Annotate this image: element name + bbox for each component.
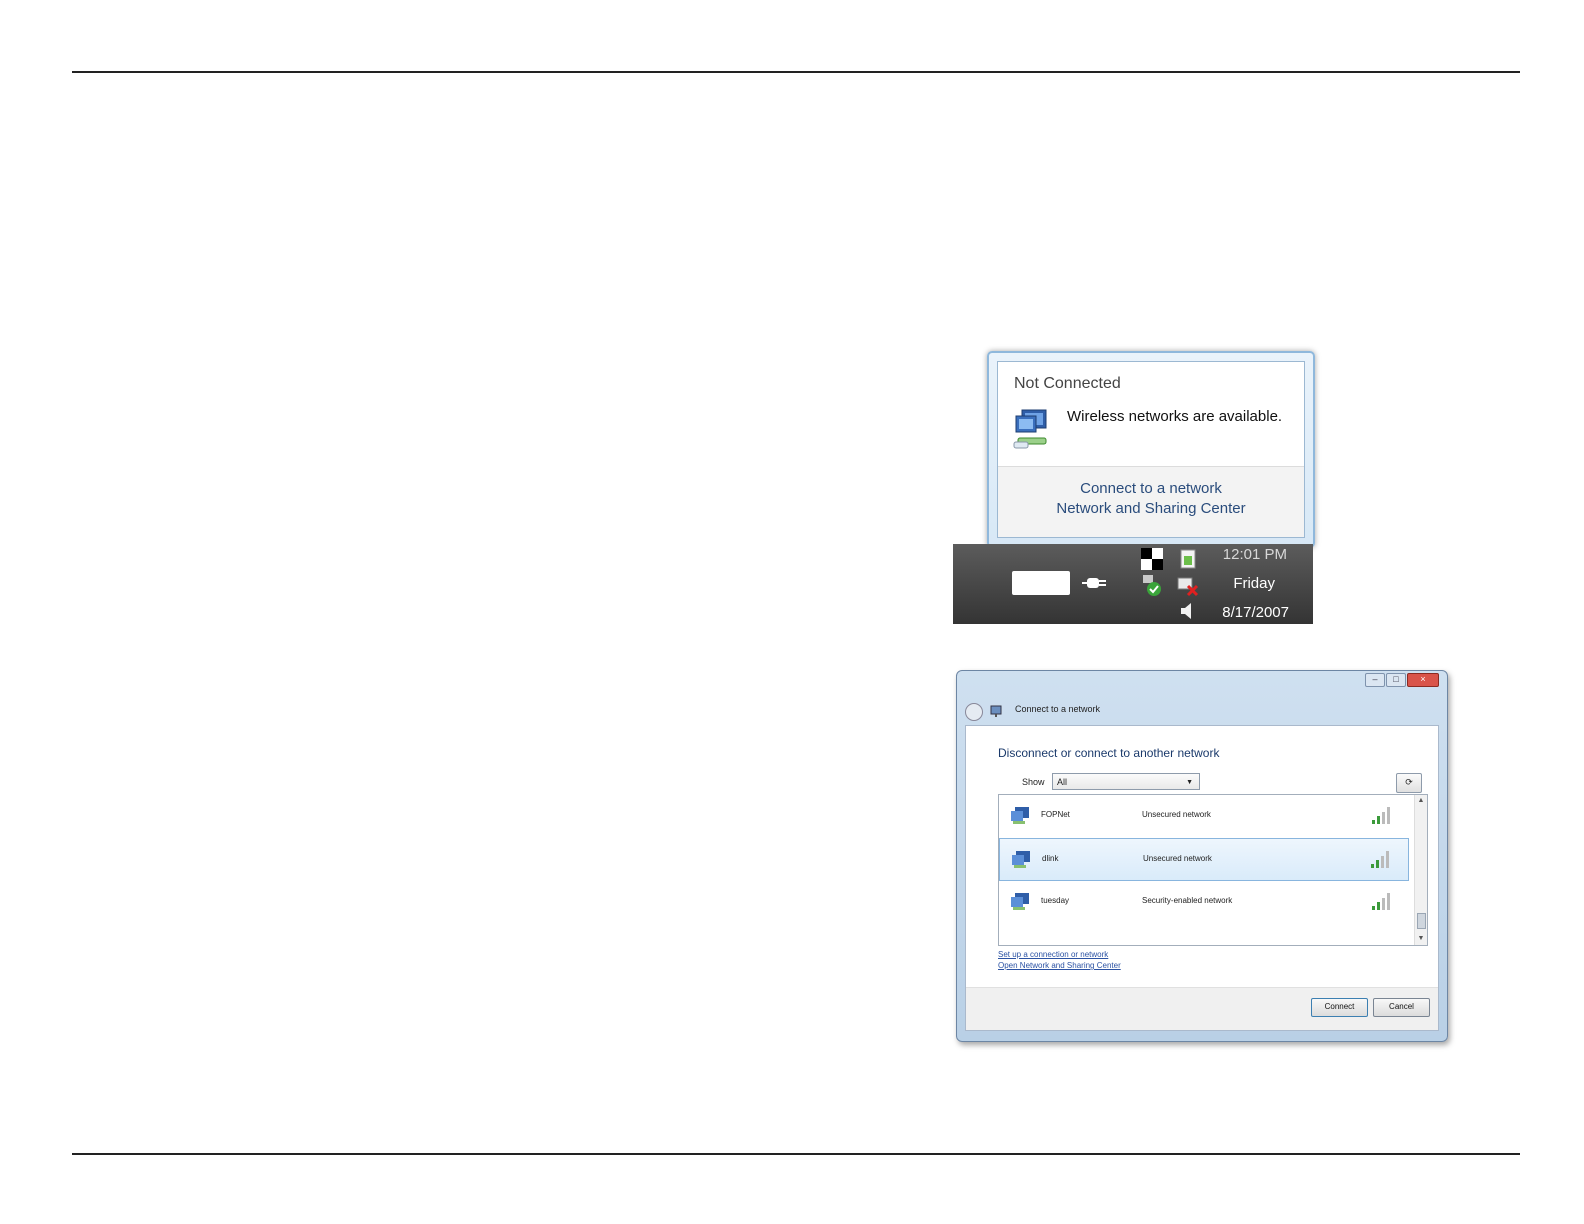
volume-icon[interactable] — [1177, 600, 1199, 622]
bottom-rule — [72, 1153, 1520, 1155]
window-controls: – □ × — [1365, 673, 1439, 687]
network-row-dlink[interactable]: dlink Unsecured network — [999, 838, 1409, 881]
signal-strength-icon — [1372, 807, 1390, 824]
maximize-button[interactable]: □ — [1386, 673, 1406, 687]
network-row-tuesday[interactable]: tuesday Security-enabled network — [999, 881, 1409, 924]
show-dropdown[interactable]: All ▼ — [1052, 773, 1200, 790]
show-dropdown-value: All — [1057, 777, 1068, 787]
clock-time[interactable]: 12:01 PM — [1223, 546, 1287, 563]
show-label: Show — [1022, 777, 1045, 787]
notification-area: Not Connected Wireless networks are avai… — [953, 338, 1315, 624]
network-icon — [1012, 851, 1030, 868]
network-name: FOPNet — [1041, 810, 1070, 819]
balloon-message: Wireless networks are available. — [1067, 408, 1283, 425]
close-button[interactable]: × — [1407, 673, 1439, 687]
setup-connection-link[interactable]: Set up a connection or network — [998, 950, 1108, 959]
clock-day[interactable]: Friday — [1233, 575, 1275, 592]
checkered-tray-icon[interactable] — [1141, 548, 1163, 570]
network-name: tuesday — [1041, 896, 1070, 905]
balloon-title: Not Connected — [1014, 375, 1121, 392]
network-icon — [1011, 807, 1029, 824]
balloon-body: Not Connected Wireless networks are avai… — [997, 361, 1305, 538]
scroll-up-icon[interactable]: ▲ — [1415, 795, 1427, 807]
connect-to-network-dialog: – □ × Connect to a network Disconnect or… — [956, 670, 1448, 1042]
network-list: FOPNet Unsecured network dlink Unsecured… — [998, 794, 1428, 946]
taskbar: 12:01 PM Friday 8/17/2007 — [953, 544, 1313, 624]
network-name: dlink — [1042, 854, 1059, 863]
dialog-heading: Disconnect or connect to another network — [998, 746, 1220, 760]
wireless-network-icon — [1013, 409, 1047, 449]
not-connected-balloon[interactable]: Not Connected Wireless networks are avai… — [987, 351, 1315, 548]
network-caption-icon — [990, 705, 1002, 717]
network-row-fopnet[interactable]: FOPNet Unsecured network — [999, 795, 1409, 838]
top-rule — [72, 71, 1520, 73]
minimize-button[interactable]: – — [1365, 673, 1385, 687]
battery-icon[interactable] — [1177, 548, 1199, 570]
chevron-down-icon: ▼ — [1186, 779, 1193, 786]
signal-strength-icon — [1371, 851, 1389, 868]
refresh-button[interactable]: ⟳ — [1396, 773, 1422, 793]
scroll-down-icon[interactable]: ▼ — [1415, 933, 1427, 945]
cancel-button[interactable]: Cancel — [1373, 998, 1430, 1017]
power-plug-icon[interactable] — [1081, 572, 1109, 594]
open-sharing-center-link[interactable]: Open Network and Sharing Center — [998, 961, 1121, 970]
dialog-title: Connect to a network — [1015, 704, 1101, 714]
network-status: Security-enabled network — [1142, 896, 1233, 905]
network-status: Unsecured network — [1142, 810, 1211, 819]
back-arrow-icon[interactable] — [965, 703, 983, 721]
dialog-footer: Connect Cancel — [966, 987, 1438, 1030]
network-list-scrollbar[interactable]: ▲ ▼ — [1414, 795, 1427, 945]
taskbar-white-box — [1012, 571, 1070, 595]
network-status: Unsecured network — [1143, 854, 1212, 863]
network-icon — [1011, 893, 1029, 910]
connect-button[interactable]: Connect — [1311, 998, 1368, 1017]
clock-date[interactable]: 8/17/2007 — [1222, 604, 1289, 621]
security-shield-icon[interactable] — [1141, 575, 1163, 597]
network-sharing-center-link[interactable]: Network and Sharing Center — [998, 500, 1304, 517]
network-disconnected-icon[interactable] — [1177, 575, 1199, 597]
scroll-thumb[interactable] — [1417, 913, 1426, 929]
connect-to-network-link[interactable]: Connect to a network — [998, 480, 1304, 497]
signal-strength-icon — [1372, 893, 1390, 910]
dialog-body: Disconnect or connect to another network… — [965, 725, 1439, 1031]
